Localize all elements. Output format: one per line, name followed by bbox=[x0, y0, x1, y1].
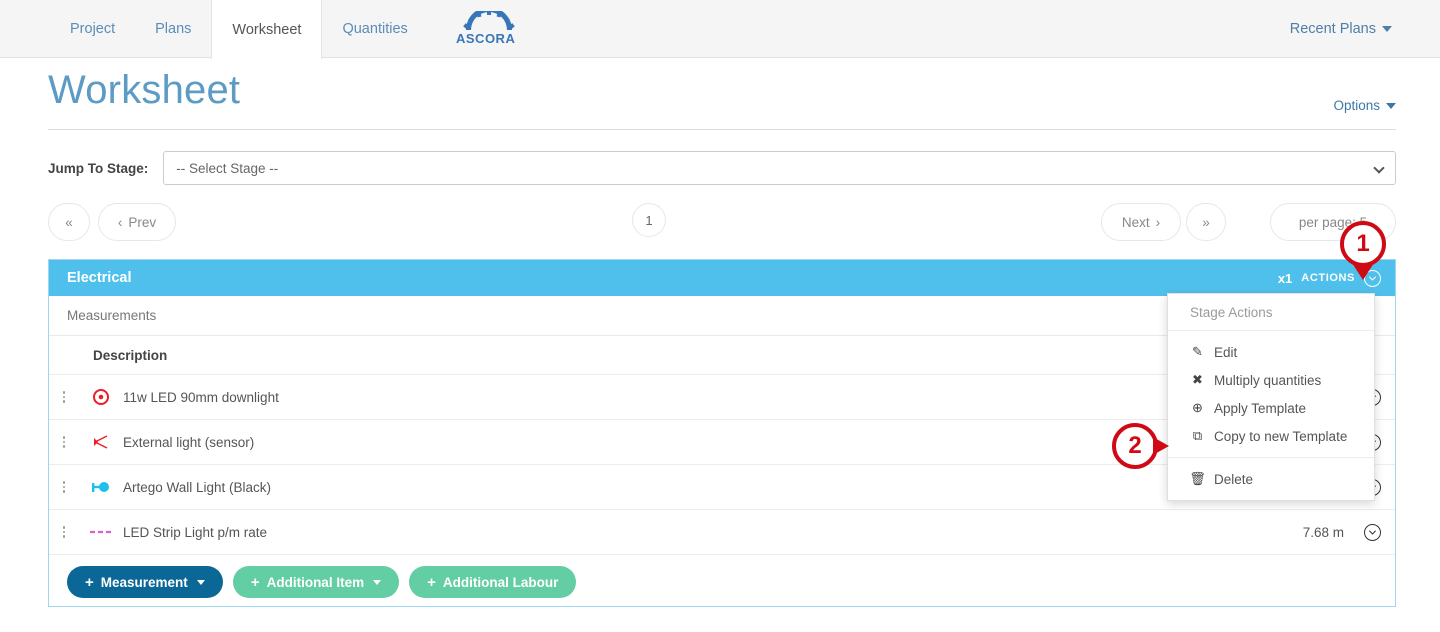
plus-icon: + bbox=[250, 573, 260, 591]
dropdown-item-copy-to-new-template[interactable]: ⧉ Copy to new Template bbox=[1168, 422, 1374, 450]
top-navigation-bar: Project Plans Worksheet Quantities ASCOR… bbox=[0, 0, 1440, 59]
nav-tab-project[interactable]: Project bbox=[50, 0, 135, 58]
pagination-page-label: 1 bbox=[645, 212, 653, 228]
add-additional-labour-button[interactable]: + Additional Labour bbox=[409, 566, 577, 598]
column-header-description: Description bbox=[93, 347, 168, 363]
chevron-right-icon: › bbox=[1155, 214, 1161, 230]
measurements-label: Measurements bbox=[67, 308, 157, 323]
pagination-first-label: « bbox=[65, 214, 73, 230]
pagination-next-label: Next bbox=[1121, 214, 1150, 230]
dropdown-title: Stage Actions bbox=[1168, 294, 1374, 331]
ascora-logo-mark: ASCORA bbox=[450, 11, 528, 47]
pagination-prev-button[interactable]: ‹ Prev bbox=[98, 203, 176, 241]
pagination-page-1[interactable]: 1 bbox=[632, 203, 666, 237]
plus-icon: + bbox=[427, 573, 436, 591]
row-drag-handle[interactable] bbox=[49, 481, 79, 493]
stage-actions-dropdown: Stage Actions ✎ Edit ✖ Multiply quantiti… bbox=[1167, 293, 1375, 501]
annotation-marker-2-number: 2 bbox=[1128, 432, 1142, 459]
row-drag-handle[interactable] bbox=[49, 391, 79, 403]
table-row[interactable]: LED Strip Light p/m rate 7.68 m bbox=[49, 510, 1395, 555]
row-description: LED Strip Light p/m rate bbox=[123, 524, 268, 540]
copy-icon: ⧉ bbox=[1192, 428, 1203, 443]
dropdown-item-multiply-quantities[interactable]: ✖ Multiply quantities bbox=[1168, 366, 1374, 394]
nav-tab-plans-label: Plans bbox=[155, 21, 192, 37]
row-description: 11w LED 90mm downlight bbox=[123, 389, 279, 405]
pagination-bar: « ‹ Prev 1 Next › » per page: 5 bbox=[48, 203, 1396, 241]
ascora-logo-text: ASCORA bbox=[456, 31, 515, 46]
add-measurement-button[interactable]: + Measurement bbox=[67, 566, 223, 598]
annotation-pointer-icon bbox=[1352, 263, 1374, 280]
caret-down-icon bbox=[196, 579, 205, 585]
add-measurement-label: Measurement bbox=[100, 574, 188, 590]
row-quantity: 7.68 m bbox=[1302, 524, 1344, 540]
options-label: Options bbox=[1333, 98, 1380, 113]
nav-tab-project-label: Project bbox=[70, 21, 116, 37]
add-additional-labour-label: Additional Labour bbox=[442, 574, 559, 590]
stage-quantity-badge: x1 bbox=[1277, 270, 1293, 286]
dropdown-item-delete-label: Delete bbox=[1214, 471, 1254, 487]
circle-dot-icon bbox=[79, 388, 123, 406]
edit-pencil-icon: ✎ bbox=[1192, 344, 1203, 359]
options-menu[interactable]: Options bbox=[1333, 98, 1396, 113]
trash-icon: 🗑 bbox=[1189, 471, 1206, 486]
dropdown-delete-group: 🗑 Delete bbox=[1168, 458, 1374, 500]
ascora-logo[interactable]: ASCORA bbox=[428, 0, 550, 58]
stage-card-header: Electrical x1 ACTIONS bbox=[49, 260, 1395, 296]
stage-select-value: -- Select Stage -- bbox=[176, 160, 279, 176]
page-header: Worksheet Options bbox=[48, 68, 1396, 130]
annotation-marker-1-number: 1 bbox=[1356, 230, 1370, 257]
nav-tab-worksheet[interactable]: Worksheet bbox=[211, 0, 323, 59]
dropdown-item-delete[interactable]: 🗑 Delete bbox=[1168, 465, 1374, 493]
apply-template-icon: ⊕ bbox=[1192, 400, 1203, 415]
dropdown-item-edit-label: Edit bbox=[1214, 344, 1238, 360]
card-footer-actions: + Measurement + Additional Item + Additi… bbox=[49, 555, 1395, 609]
nav-tab-worksheet-label: Worksheet bbox=[232, 21, 302, 38]
chevron-down-icon bbox=[1386, 102, 1396, 109]
sensor-arrow-icon bbox=[79, 433, 123, 451]
add-additional-item-label: Additional Item bbox=[266, 574, 365, 590]
nav-tab-plans[interactable]: Plans bbox=[135, 0, 211, 58]
row-drag-handle[interactable] bbox=[49, 436, 79, 448]
chevron-down-icon bbox=[1382, 26, 1392, 32]
dropdown-item-multiply-quantities-label: Multiply quantities bbox=[1214, 372, 1322, 388]
annotation-marker-2: 2 bbox=[1112, 423, 1169, 469]
recent-plans-menu[interactable]: Recent Plans bbox=[1290, 0, 1392, 58]
row-description: Artego Wall Light (Black) bbox=[123, 479, 272, 495]
pagination-first-button[interactable]: « bbox=[48, 203, 90, 241]
ascora-logo-icon: ASCORA bbox=[456, 11, 515, 46]
stage-name: Electrical bbox=[67, 270, 132, 286]
pagination-last-button[interactable]: » bbox=[1186, 203, 1226, 241]
dropdown-item-edit[interactable]: ✎ Edit bbox=[1168, 338, 1374, 366]
dropdown-item-apply-template-label: Apply Template bbox=[1214, 400, 1307, 416]
page-title: Worksheet bbox=[48, 68, 241, 112]
add-additional-item-button[interactable]: + Additional Item bbox=[232, 566, 400, 598]
pagination-next-button[interactable]: Next › bbox=[1101, 203, 1181, 241]
stage-select[interactable]: -- Select Stage -- bbox=[163, 151, 1396, 185]
jump-to-stage-row: Jump To Stage: -- Select Stage -- bbox=[48, 151, 1396, 185]
chevron-down-icon bbox=[1373, 162, 1385, 174]
stage-actions-label: ACTIONS bbox=[1301, 272, 1355, 284]
jump-to-stage-label: Jump To Stage: bbox=[48, 160, 149, 176]
row-drag-handle[interactable] bbox=[49, 526, 79, 538]
dashed-line-icon bbox=[79, 523, 123, 541]
row-expand-chevron-down-icon[interactable] bbox=[1364, 523, 1381, 541]
chevron-left-icon: ‹ bbox=[117, 214, 123, 230]
dropdown-item-group: ✎ Edit ✖ Multiply quantities ⊕ Apply Tem… bbox=[1168, 331, 1374, 457]
dropdown-item-copy-to-new-template-label: Copy to new Template bbox=[1214, 428, 1348, 444]
caret-down-icon bbox=[373, 579, 382, 585]
pagination-last-label: » bbox=[1202, 214, 1210, 230]
dropdown-item-apply-template[interactable]: ⊕ Apply Template bbox=[1168, 394, 1374, 422]
nav-tab-quantities-label: Quantities bbox=[342, 21, 408, 37]
nav-tab-quantities[interactable]: Quantities bbox=[322, 0, 427, 58]
multiply-x-icon: ✖ bbox=[1192, 372, 1203, 387]
annotation-pointer-icon bbox=[1153, 437, 1169, 455]
line-dot-icon bbox=[79, 478, 123, 496]
plus-icon: + bbox=[85, 573, 94, 591]
nav-tab-list: Project Plans Worksheet Quantities ASCOR… bbox=[50, 0, 550, 59]
pagination-prev-label: Prev bbox=[128, 214, 157, 230]
annotation-marker-1: 1 bbox=[1340, 221, 1386, 280]
recent-plans-label: Recent Plans bbox=[1289, 21, 1376, 37]
